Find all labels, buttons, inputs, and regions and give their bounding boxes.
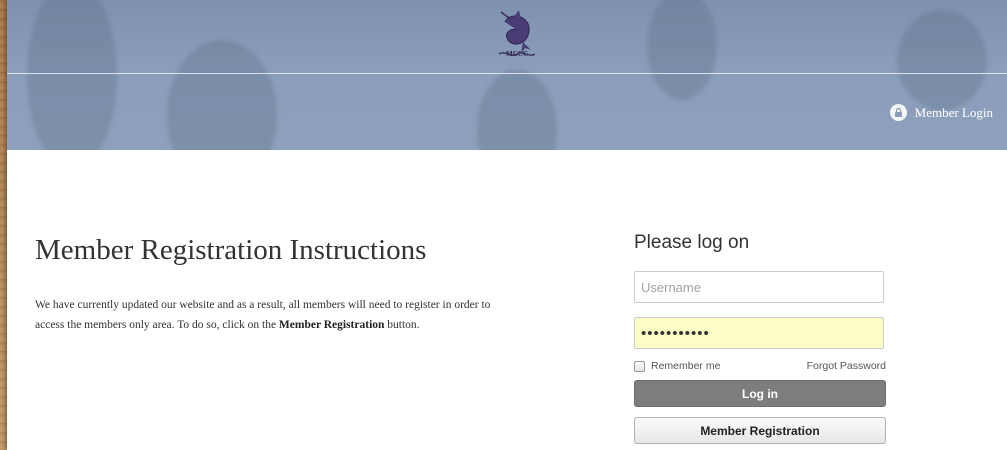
header-tree-silhouette <box>477 70 557 150</box>
login-heading: Please log on <box>634 232 750 253</box>
page-title: Member Registration Instructions <box>35 234 427 266</box>
header-tree-silhouette <box>167 40 277 150</box>
lock-icon <box>889 104 907 121</box>
remember-me-control[interactable]: Remember me <box>634 360 720 372</box>
remember-me-label: Remember me <box>651 360 721 372</box>
header-tree-silhouette <box>27 0 117 150</box>
remember-row: Remember me Forgot Password <box>634 358 886 374</box>
username-input[interactable] <box>634 271 884 303</box>
header-tree-silhouette <box>647 0 717 100</box>
intro-paragraph: We have currently updated our website an… <box>35 295 505 335</box>
page-container: MCCC Member Login Member Registration In… <box>7 0 1007 450</box>
password-input[interactable] <box>634 317 884 349</box>
remember-me-checkbox[interactable] <box>634 360 645 372</box>
marlin-fish-logo-icon[interactable]: MCCC <box>495 8 539 64</box>
member-login-link[interactable]: Member Login <box>889 104 993 121</box>
logo-text: MCCC <box>506 50 528 58</box>
intro-text-1: We have currently updated our website an… <box>35 299 491 331</box>
intro-bold: Member Registration <box>278 319 385 331</box>
member-registration-button[interactable]: Member Registration <box>634 417 886 444</box>
login-button[interactable]: Log in <box>634 380 886 407</box>
site-header: MCCC Member Login <box>7 0 1007 150</box>
header-divider <box>7 73 1007 74</box>
login-panel: Please log on Remember me Forgot Passwor… <box>634 232 886 444</box>
member-login-label: Member Login <box>914 104 993 120</box>
forgot-password-link[interactable]: Forgot Password <box>807 360 886 372</box>
header-tree-silhouette <box>897 10 987 110</box>
intro-text-2: button. <box>384 319 420 331</box>
